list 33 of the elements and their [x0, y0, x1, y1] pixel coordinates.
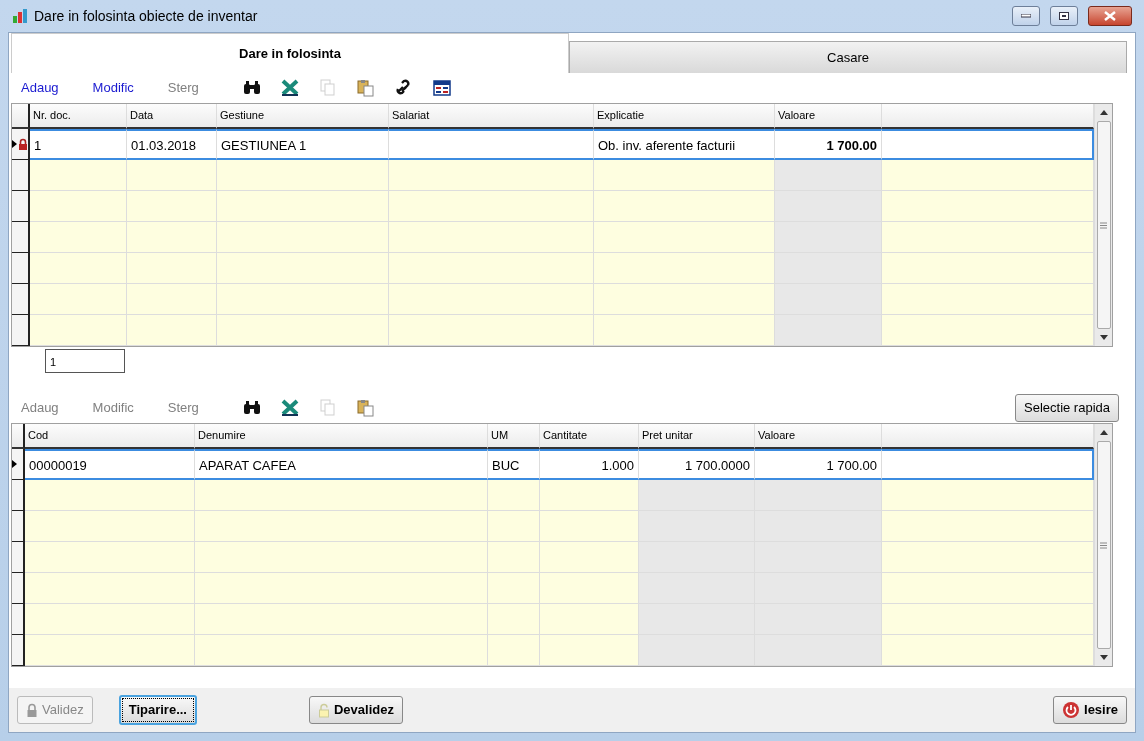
toolbar-link[interactable]: Adaug [21, 78, 59, 98]
column-header: Valoare [755, 424, 882, 449]
column-header: Nr. doc. [30, 104, 127, 129]
column-header: Pret unitar [639, 424, 755, 449]
table-cell: 1 [30, 129, 127, 160]
footer-button[interactable]: Devalidez [309, 696, 403, 724]
table-cell: GESTIUNEA 1 [217, 129, 389, 160]
column-header: Data [127, 104, 217, 129]
table-cell: 1.000 [540, 449, 639, 480]
table-cell: 01.03.2018 [127, 129, 217, 160]
column-header: UM [488, 424, 540, 449]
column-header: Gestiune [217, 104, 389, 129]
table-cell: 1 700.00 [775, 129, 882, 160]
table-cell: 1 700.00 [755, 449, 882, 480]
column-header: Denumire [195, 424, 488, 449]
table-cell: BUC [488, 449, 540, 480]
table-cell: APARAT CAFEA [195, 449, 488, 480]
window-title: Dare in folosinta obiecte de inventar [34, 6, 258, 26]
table-cell: 00000019 [25, 449, 195, 480]
table-cell: 1 700.0000 [639, 449, 755, 480]
tab[interactable]: Casare [569, 41, 1127, 73]
toolbar-link[interactable]: Modific [92, 78, 134, 98]
tab[interactable]: Dare in folosinta [11, 33, 569, 73]
counter-field: 1 [45, 349, 125, 373]
column-header: Cod [25, 424, 195, 449]
quick-select-button[interactable]: Selectie rapida [1015, 394, 1119, 422]
footer-button[interactable]: Iesire [1053, 696, 1127, 724]
column-header: Cantitate [540, 424, 639, 449]
column-header: Valoare [775, 104, 882, 129]
column-header: Explicatie [594, 104, 775, 129]
column-header: Salariat [389, 104, 594, 129]
footer-button[interactable]: Tiparire... [118, 695, 197, 725]
table-cell: Ob. inv. aferente facturii [594, 129, 775, 160]
